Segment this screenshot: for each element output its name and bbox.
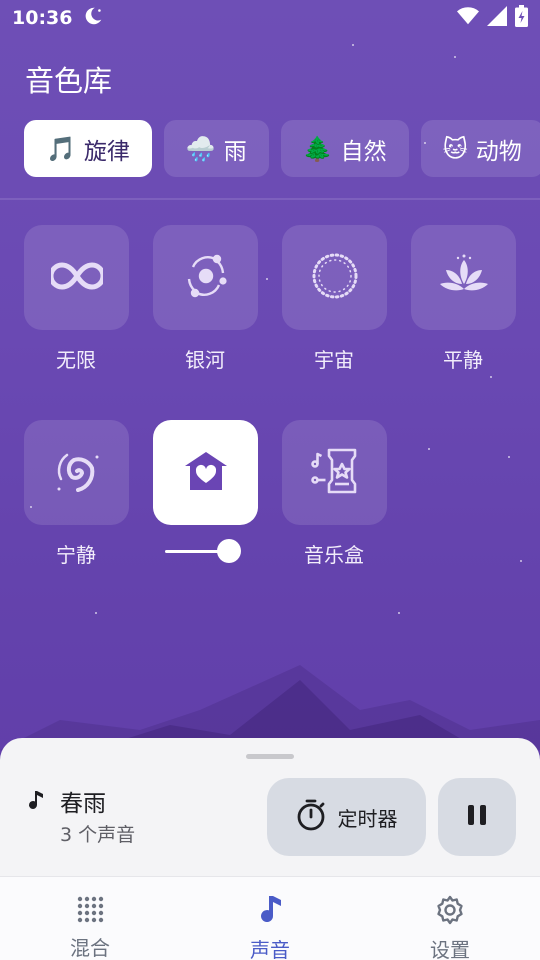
sheet-drag-handle[interactable] [246,754,294,759]
status-time: 10:36 [12,7,73,29]
moon-icon [82,5,104,32]
sound-tile-galaxy[interactable] [153,225,258,330]
tab-nature[interactable]: 🌲 自然 [280,120,409,177]
universe-ring-icon [309,250,361,306]
sound-tile-universe[interactable] [282,225,387,330]
battery-charging-icon [515,4,528,32]
page-title: 音色库 [25,64,113,98]
tab-label: 旋律 [83,138,130,165]
music-note-icon [27,790,45,816]
sound-tile-music-box[interactable] [282,420,387,525]
spiral-icon [51,445,103,501]
pause-icon [467,804,487,830]
sound-label: 宇宙 [314,348,354,372]
tab-label: 动物 [475,138,522,165]
lotus-icon [438,254,490,302]
sound-tile-home-heart[interactable] [153,420,258,525]
tree-icon: 🌲 [302,134,333,163]
home-heart-icon [183,450,229,496]
volume-slider[interactable] [165,538,243,564]
sound-label: 平静 [443,348,483,372]
tab-label: 自然 [340,138,387,165]
sound-label: 音乐盒 [304,543,364,567]
infinity-icon [48,261,105,294]
tab-rain[interactable]: 🌧️ 雨 [163,120,269,177]
sound-label: 银河 [185,348,225,372]
nav-label: 设置 [430,938,470,960]
music-notes-icon: 🎵 [46,134,76,163]
nav-settings[interactable]: 设置 [360,877,540,960]
bottom-navigation: 混合 声音 设置 [0,876,540,960]
music-note-icon [258,895,282,930]
wifi-icon [457,6,479,31]
slider-thumb[interactable] [217,539,242,563]
sound-label: 无限 [56,348,96,372]
nav-label: 混合 [70,936,110,960]
status-bar: 10:36 [0,0,540,36]
dots-grid-icon [76,895,104,928]
pause-button[interactable] [438,778,516,856]
sound-tile-serene[interactable] [24,420,129,525]
timer-label: 定时器 [337,806,398,831]
galaxy-icon [179,249,233,307]
slider-track [165,550,220,553]
gear-icon [435,895,465,930]
now-playing-title: 春雨 [60,791,106,817]
tab-label: 雨 [223,138,247,165]
category-tabs: 🎵 旋律 🌧️ 雨 🌲 自然 🐱 动物 [24,120,540,177]
sound-tile-infinity[interactable] [24,225,129,330]
music-box-icon [307,444,363,502]
timer-button[interactable]: 定时器 [267,778,426,856]
mountain-silhouette [0,665,540,750]
nav-sounds[interactable]: 声音 [180,877,360,960]
sound-label: 宁静 [56,543,96,567]
tab-animals[interactable]: 🐱 动物 [420,120,540,177]
tab-melody[interactable]: 🎵 旋律 [24,120,152,177]
now-playing-sheet[interactable]: 春雨 3 个声音 定时器 [0,738,540,878]
tabs-divider [0,198,540,200]
rain-cloud-icon: 🌧️ [185,134,216,163]
stopwatch-icon [296,799,326,836]
cat-face-icon: 🐱 [442,134,468,163]
sound-tile-calm[interactable] [411,225,516,330]
signal-icon [487,5,507,31]
nav-label: 声音 [250,938,290,960]
nav-mix[interactable]: 混合 [0,877,180,960]
now-playing-subtitle: 3 个声音 [60,824,136,846]
